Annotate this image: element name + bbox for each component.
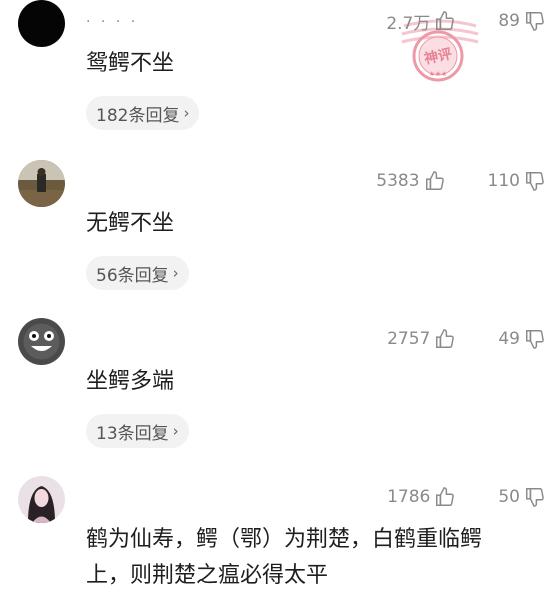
like-button[interactable]: 2.7万 xyxy=(386,9,456,34)
dislike-count: 49 xyxy=(498,329,520,349)
comment-list: · · · · 神评 ★★★ 2.7万 89 鸳鳄不坐 182条回复 › 538… xyxy=(0,0,558,597)
avatar[interactable] xyxy=(18,476,65,523)
like-button[interactable]: 5383 xyxy=(376,170,445,192)
chevron-right-icon: › xyxy=(183,104,190,122)
like-count: 2.7万 xyxy=(386,13,431,34)
view-replies-button[interactable]: 182条回复 › xyxy=(86,96,200,130)
thumbs-down-icon xyxy=(526,488,544,507)
comment-text: 鹤为仙寿，鳄（鄂）为荆楚，白鹤重临鳄 上，则荆楚之瘟必得太平 xyxy=(86,522,546,594)
thumbs-up-icon xyxy=(436,11,455,30)
comment-item: 5383 110 无鳄不坐 56条回复 › xyxy=(0,160,558,310)
view-replies-button[interactable]: 56条回复 › xyxy=(86,256,189,290)
metrics: 5383 110 xyxy=(376,168,546,194)
thumbs-down-icon xyxy=(526,330,544,349)
avatar[interactable] xyxy=(18,318,65,365)
avatar[interactable] xyxy=(18,160,65,207)
thumbs-up-icon xyxy=(436,329,455,348)
comment-item: · · · · 神评 ★★★ 2.7万 89 鸳鳄不坐 182条回复 › xyxy=(0,0,558,150)
comment-text-line: 上，则荆楚之瘟必得太平 xyxy=(86,563,329,588)
reply-count: 13条回复 xyxy=(96,423,169,444)
dislike-button[interactable]: 110 xyxy=(488,170,546,192)
dislike-button[interactable]: 89 xyxy=(498,10,546,32)
dislike-count: 110 xyxy=(487,171,520,191)
thumbs-up-icon xyxy=(436,487,455,506)
view-replies-button[interactable]: 13条回复 › xyxy=(86,414,189,448)
comment-text: 坐鳄多端 xyxy=(86,369,175,394)
chevron-right-icon: › xyxy=(172,264,179,282)
like-count: 2757 xyxy=(387,329,431,349)
like-count: 5383 xyxy=(376,171,420,191)
thumbs-up-icon xyxy=(425,171,444,190)
like-button[interactable]: 2757 xyxy=(387,328,456,350)
comment-text: 无鳄不坐 xyxy=(86,211,175,236)
metrics: 1786 50 xyxy=(387,484,546,510)
metrics: 2757 49 xyxy=(387,326,546,352)
dislike-button[interactable]: 50 xyxy=(498,486,546,508)
username[interactable]: · · · · xyxy=(86,14,138,30)
dislike-count: 50 xyxy=(498,487,520,507)
chevron-right-icon: › xyxy=(172,422,179,440)
metrics: 2.7万 89 xyxy=(386,8,546,34)
dislike-button[interactable]: 49 xyxy=(498,328,546,350)
thumbs-down-icon xyxy=(526,12,544,31)
reply-count: 56条回复 xyxy=(96,265,169,286)
comment-text-line: 鹤为仙寿，鳄（鄂）为荆楚，白鹤重临鳄 xyxy=(86,527,483,552)
avatar[interactable] xyxy=(18,0,65,47)
thumbs-down-icon xyxy=(526,172,544,191)
like-button[interactable]: 1786 xyxy=(387,486,456,508)
comment-item: 1786 50 鹤为仙寿，鳄（鄂）为荆楚，白鹤重临鳄 上，则荆楚之瘟必得太平 xyxy=(0,476,558,597)
like-count: 1786 xyxy=(387,487,431,507)
dislike-count: 89 xyxy=(498,11,520,31)
comment-text: 鸳鳄不坐 xyxy=(86,51,175,76)
comment-item: 2757 49 坐鳄多端 13条回复 › xyxy=(0,318,558,468)
reply-count: 182条回复 xyxy=(96,105,180,126)
